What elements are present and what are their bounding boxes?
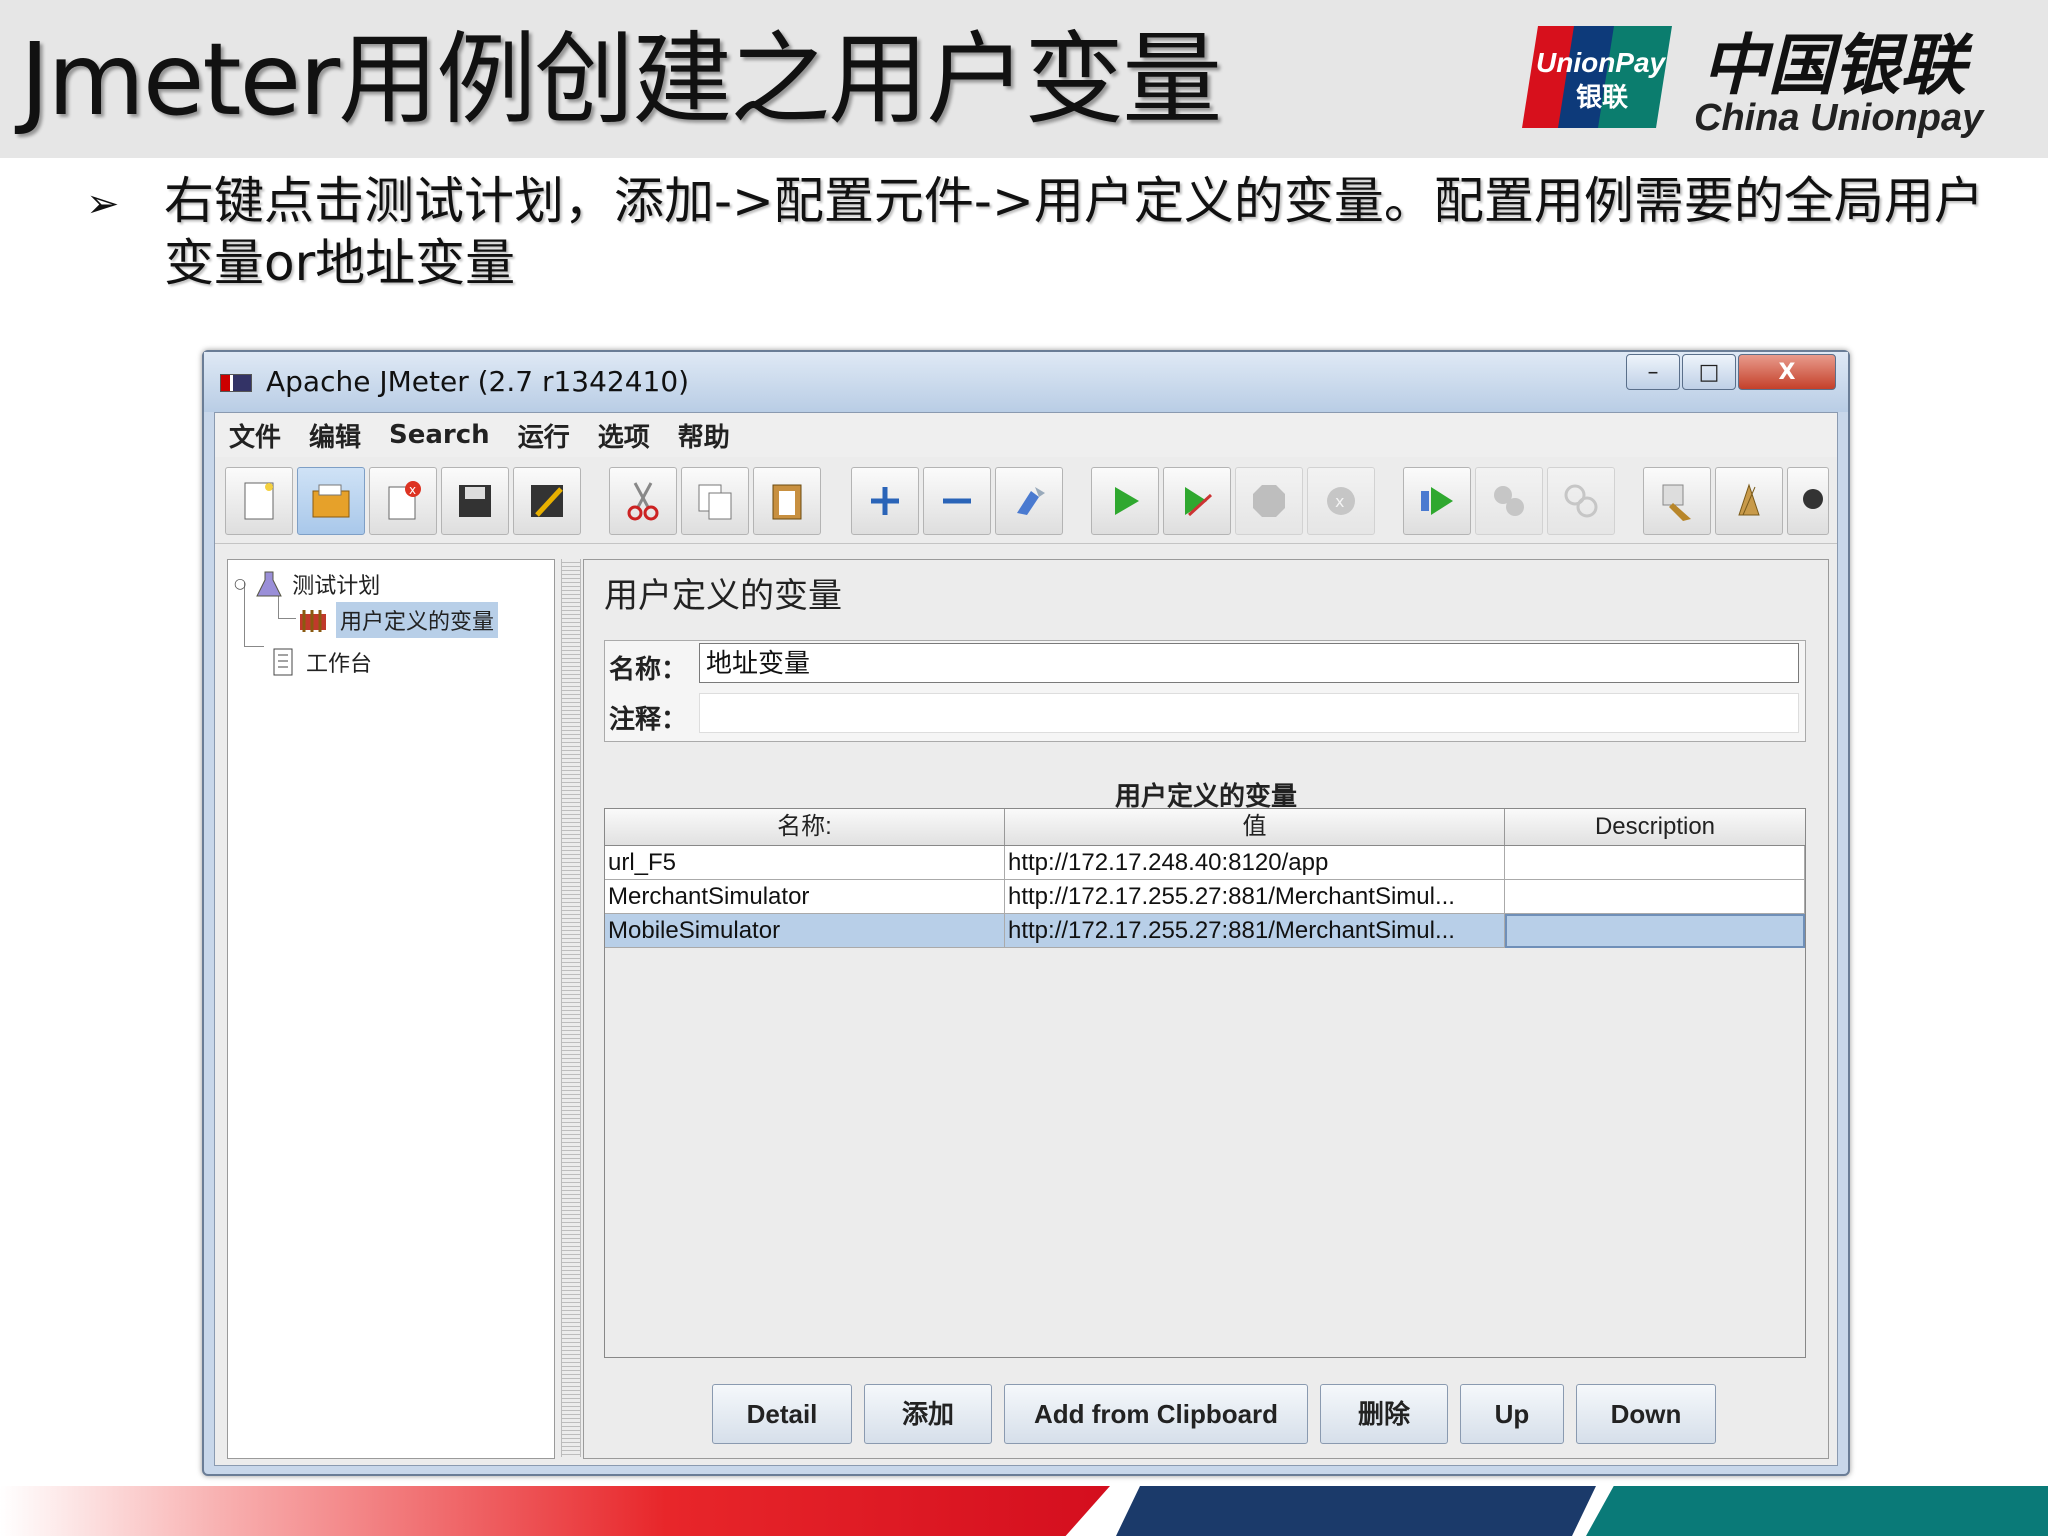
flask-icon xyxy=(254,569,284,599)
footer-bar-red xyxy=(0,1486,1110,1536)
menu-file[interactable]: 文件 xyxy=(215,417,295,454)
unionpay-logo-icon: UnionPay 银联 xyxy=(1522,26,1672,128)
expand-icon[interactable] xyxy=(851,467,919,535)
remote-shutdown-icon[interactable] xyxy=(1547,467,1615,535)
footer-bar-teal xyxy=(1586,1486,2048,1536)
cell-value[interactable]: http://172.17.255.27:881/MerchantSimul..… xyxy=(1005,914,1505,948)
column-header-value[interactable]: 值 xyxy=(1005,809,1505,845)
copy-icon[interactable] xyxy=(681,467,749,535)
search-icon[interactable] xyxy=(1787,467,1829,535)
close-file-icon[interactable]: x xyxy=(369,467,437,535)
up-button[interactable]: Up xyxy=(1460,1384,1564,1444)
column-header-name[interactable]: 名称: xyxy=(605,809,1005,845)
app-icon xyxy=(220,374,252,392)
split-pane-divider[interactable] xyxy=(561,559,581,1457)
toggle-icon[interactable] xyxy=(995,467,1063,535)
bullet-arrow-icon: ➢ xyxy=(86,181,120,227)
jmeter-window: Apache JMeter (2.7 r1342410) – □ X 文件 编辑… xyxy=(202,350,1850,1476)
add-button[interactable]: 添加 xyxy=(864,1384,992,1444)
logo-english-text: China Unionpay xyxy=(1694,97,1984,139)
table-button-row: Detail 添加 Add from Clipboard 删除 Up Down xyxy=(584,1384,1828,1444)
table-header: 名称: 值 Description xyxy=(605,809,1805,846)
minimize-button[interactable]: – xyxy=(1626,354,1680,390)
variables-table: 名称: 值 Description url_F5 http://172.17.2… xyxy=(604,808,1806,1358)
menu-run[interactable]: 运行 xyxy=(504,417,584,454)
test-plan-tree: ○ 测试计划 用户定义的变量 工作台 xyxy=(227,559,555,1459)
slide-header: Jmeter用例创建之用户变量 UnionPay 银联 中国银联 China U… xyxy=(0,0,2048,158)
comment-label: 注释： xyxy=(609,705,688,735)
window-title: Apache JMeter (2.7 r1342410) xyxy=(266,365,690,398)
save-as-icon[interactable] xyxy=(513,467,581,535)
bullet-text: 右键点击测试计划，添加->配置元件->用户定义的变量。配置用例需要的全局用户变量… xyxy=(164,172,1984,292)
table-row[interactable]: url_F5 http://172.17.248.40:8120/app xyxy=(605,846,1805,880)
tree-item-label: 测试计划 xyxy=(292,574,381,599)
config-element-icon xyxy=(298,605,328,635)
logo-badge-line1: UnionPay xyxy=(1536,47,1667,78)
down-button[interactable]: Down xyxy=(1576,1384,1716,1444)
open-icon[interactable] xyxy=(297,467,365,535)
window-titlebar[interactable]: Apache JMeter (2.7 r1342410) – □ X xyxy=(204,352,1848,412)
tree-item-workbench[interactable]: 工作台 xyxy=(268,646,372,678)
table-row-selected[interactable]: MobileSimulator http://172.17.255.27:881… xyxy=(605,914,1805,948)
name-comment-box: 名称： 地址变量 注释： xyxy=(604,640,1806,742)
table-row[interactable]: MerchantSimulator http://172.17.255.27:8… xyxy=(605,880,1805,914)
cell-value[interactable]: http://172.17.255.27:881/MerchantSimul..… xyxy=(1005,880,1505,914)
footer-bar-navy xyxy=(1116,1486,1596,1536)
slide-title: Jmeter用例创建之用户变量 xyxy=(20,21,1222,138)
toolbar: x x xyxy=(215,459,1837,544)
workbench-icon xyxy=(268,647,298,677)
tree-item-label: 工作台 xyxy=(306,652,373,677)
collapse-icon[interactable] xyxy=(923,467,991,535)
stop-icon[interactable] xyxy=(1235,467,1303,535)
config-panel: 用户定义的变量 名称： 地址变量 注释： 用户定义的变量 名称: 值 Descr… xyxy=(583,559,1829,1459)
clear-all-icon[interactable] xyxy=(1715,467,1783,535)
cell-name[interactable]: MerchantSimulator xyxy=(605,880,1005,914)
cell-value[interactable]: http://172.17.248.40:8120/app xyxy=(1005,846,1505,880)
save-icon[interactable] xyxy=(441,467,509,535)
clear-icon[interactable] xyxy=(1643,467,1711,535)
tree-item-user-defined-variables[interactable]: 用户定义的变量 xyxy=(298,602,499,638)
cell-description[interactable] xyxy=(1505,914,1805,948)
menu-bar: 文件 编辑 Search 运行 选项 帮助 xyxy=(215,413,1837,457)
name-field[interactable]: 地址变量 xyxy=(699,643,1799,683)
name-label: 名称： xyxy=(609,655,688,685)
remote-start-icon[interactable] xyxy=(1403,467,1471,535)
menu-options[interactable]: 选项 xyxy=(584,417,664,454)
start-icon[interactable] xyxy=(1091,467,1159,535)
tree-item-label: 用户定义的变量 xyxy=(336,602,499,638)
svg-text:x: x xyxy=(409,483,416,497)
cell-name[interactable]: MobileSimulator xyxy=(605,914,1005,948)
detail-button[interactable]: Detail xyxy=(712,1384,852,1444)
delete-button[interactable]: 删除 xyxy=(1320,1384,1448,1444)
menu-edit[interactable]: 编辑 xyxy=(295,417,375,454)
menu-help[interactable]: 帮助 xyxy=(664,417,744,454)
logo-chinese-text: 中国银联 xyxy=(1702,27,1966,104)
paste-icon[interactable] xyxy=(753,467,821,535)
tree-item-test-plan[interactable]: ○ 测试计划 xyxy=(234,568,380,600)
cell-description[interactable] xyxy=(1505,846,1805,880)
comment-field[interactable] xyxy=(699,693,1799,733)
shutdown-icon[interactable]: x xyxy=(1307,467,1375,535)
svg-text:x: x xyxy=(1335,492,1344,511)
logo-badge-line2: 银联 xyxy=(1576,83,1628,113)
tree-expand-handle-icon[interactable]: ○ xyxy=(234,576,246,592)
remote-stop-icon[interactable] xyxy=(1475,467,1543,535)
cell-description[interactable] xyxy=(1505,880,1805,914)
start-no-pause-icon[interactable] xyxy=(1163,467,1231,535)
maximize-button[interactable]: □ xyxy=(1682,354,1736,390)
panel-title: 用户定义的变量 xyxy=(604,576,842,616)
column-header-description[interactable]: Description xyxy=(1505,809,1805,845)
cell-name[interactable]: url_F5 xyxy=(605,846,1005,880)
cut-icon[interactable] xyxy=(609,467,677,535)
menu-search[interactable]: Search xyxy=(375,420,504,450)
add-from-clipboard-button[interactable]: Add from Clipboard xyxy=(1004,1384,1308,1444)
window-client: 文件 编辑 Search 运行 选项 帮助 x x ○ 测试计划 用户定义的变量… xyxy=(214,412,1838,1466)
close-button[interactable]: X xyxy=(1738,354,1836,390)
new-icon[interactable] xyxy=(225,467,293,535)
